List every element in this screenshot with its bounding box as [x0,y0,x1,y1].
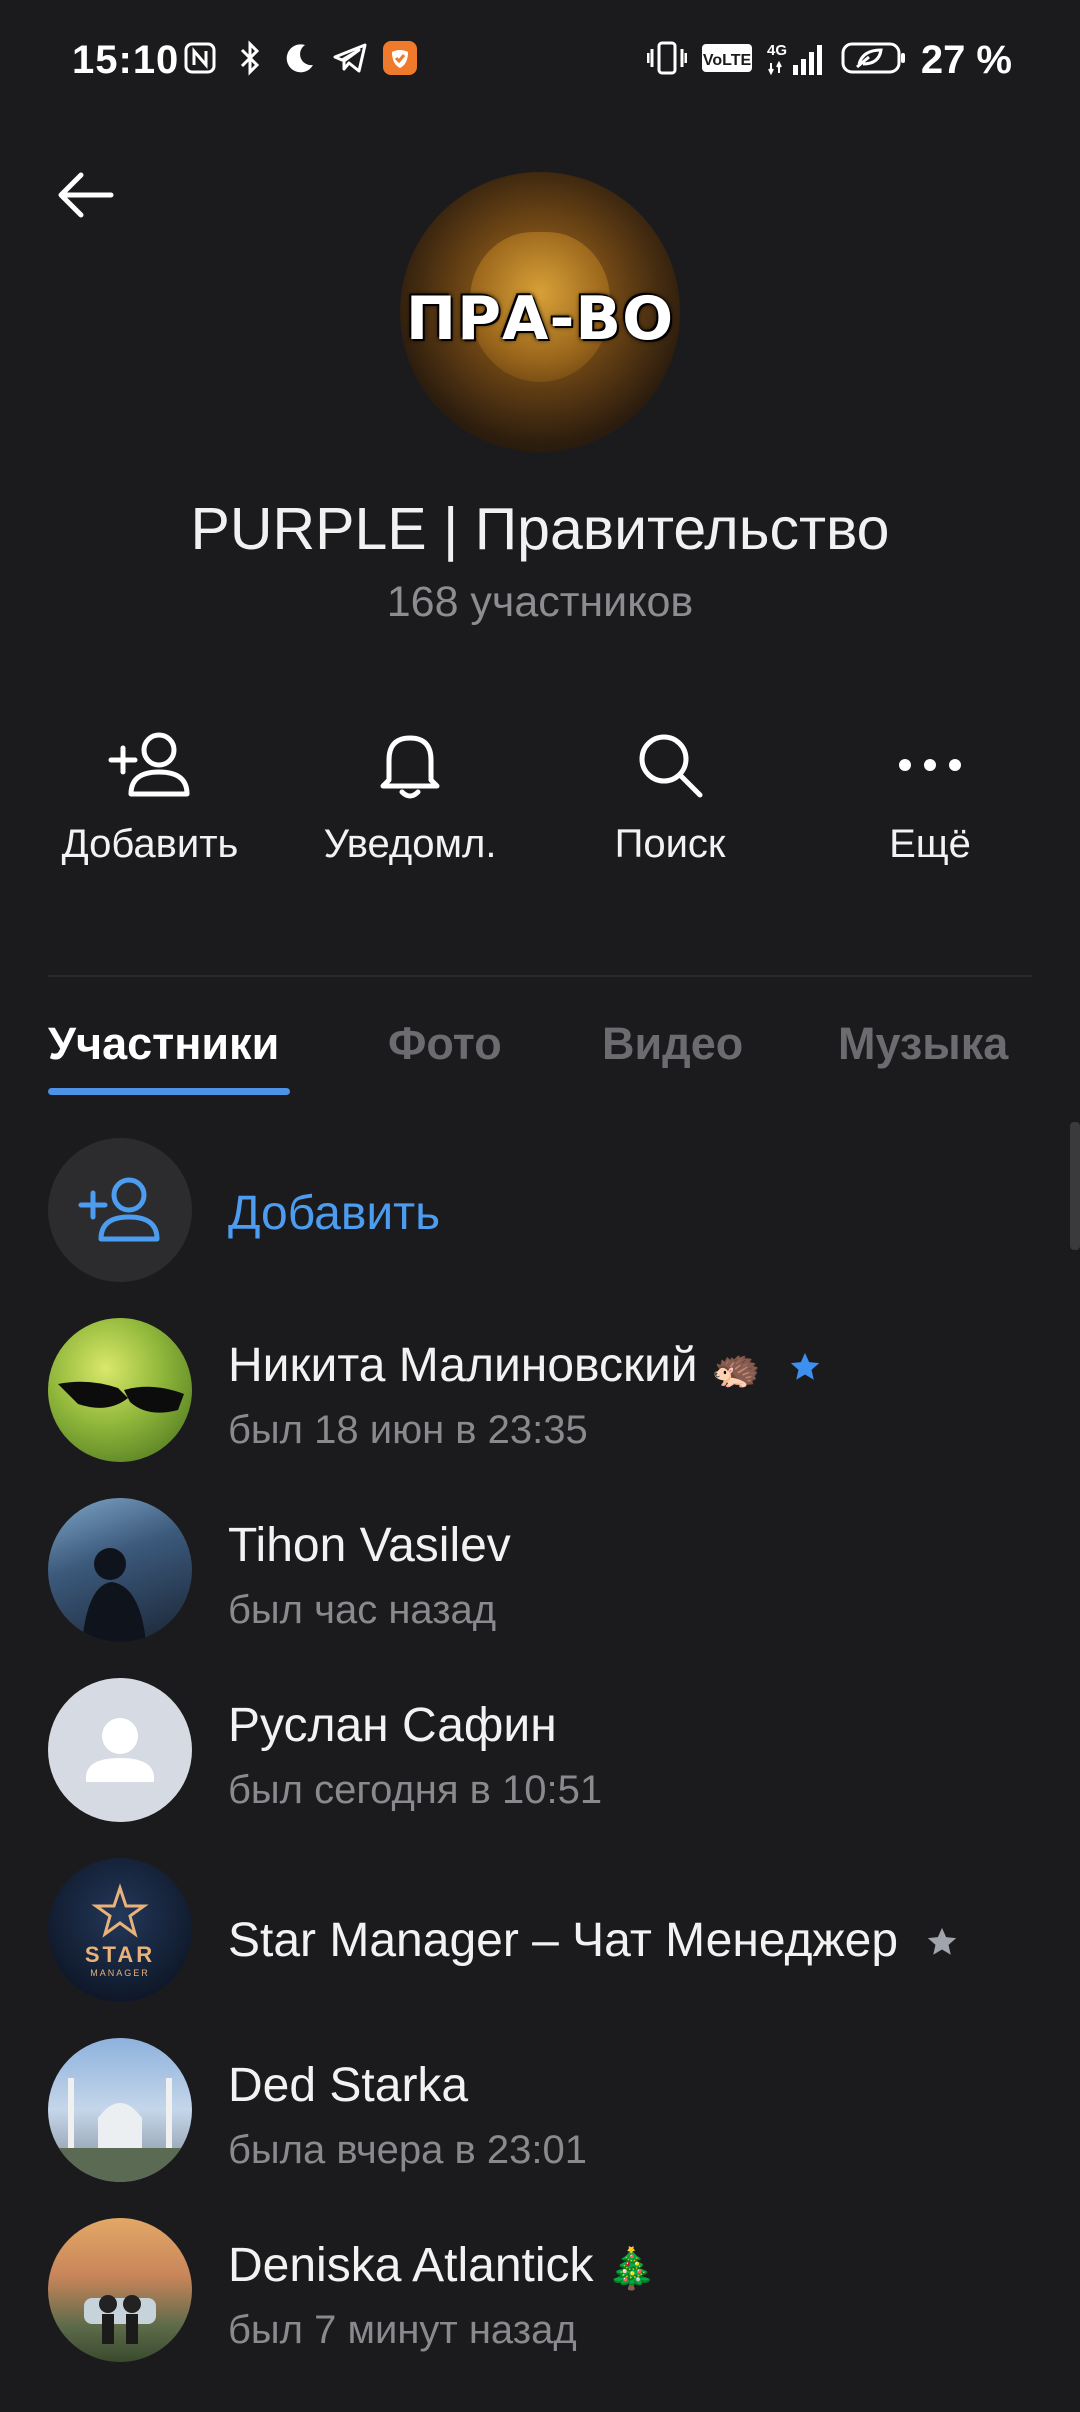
arrow-left-icon [58,172,114,218]
action-label: Добавить [61,822,239,866]
avatar-text-top: STAR [85,1942,155,1967]
list-item[interactable]: Tihon Vasilev был час назад [0,1498,1080,1678]
list-item[interactable]: Никита Малиновский 🦔 был 18 июн в 23:35 [0,1318,1080,1498]
add-member-label: Добавить [228,1187,441,1240]
active-tab-indicator [48,1088,290,1095]
avatar [48,2218,192,2362]
action-label: Ещё [889,822,971,866]
battery-icon [841,40,907,81]
signal-4g-icon: 4G [767,39,827,82]
group-title: PURPLE | Правительство [190,496,890,562]
status-bar: 15:10 VoLTE 4G 27 % [0,0,1080,130]
list-item[interactable]: Руслан Сафин был сегодня в 10:51 [0,1678,1080,1858]
member-name: Tihon Vasilev [228,1519,511,1572]
more-icon [885,720,975,810]
volte-icon: VoLTE [701,41,753,80]
group-avatar-text: ПРА-ВО [405,284,675,354]
add-member-action[interactable]: Добавить [20,720,280,890]
member-name-text: Никита Малиновский [228,1339,698,1392]
nfc-icon [182,40,218,76]
avatar: STAR MANAGER [48,1858,192,2002]
avatar [48,1678,192,1822]
status-time: 15:10 [72,38,180,82]
star-icon [925,1916,959,1971]
member-status: была вчера в 23:01 [228,2128,587,2172]
member-count: 168 участников [386,578,694,626]
search-action[interactable]: Поиск [540,720,800,890]
add-user-icon [78,1177,160,1242]
telegram-icon [332,40,368,76]
bell-icon [365,720,455,810]
add-user-icon [105,720,195,810]
app-shield-icon [382,40,418,76]
tab-members[interactable]: Участники [48,1018,279,1070]
member-status: был 7 минут назад [228,2308,577,2352]
member-name: Руслан Сафин [228,1699,557,1752]
back-button[interactable] [50,160,120,230]
status-left-icons [182,40,418,76]
avatar [48,1498,192,1642]
moon-icon [282,40,318,76]
default-person-icon [86,1718,154,1782]
group-avatar[interactable]: ПРА-ВО [400,172,680,452]
member-name: Ded Starka [228,2059,469,2112]
member-name-text: Deniska Atlantick [228,2239,594,2292]
add-member-avatar [48,1138,192,1282]
member-name-text: Star Manager – Чат Менеджер [228,1914,899,1967]
status-right-icons: VoLTE 4G 27 % [646,38,1012,83]
member-status: был 18 июн в 23:35 [228,1408,588,1452]
tab-photo[interactable]: Фото [388,1018,502,1070]
more-action[interactable]: Ещё [800,720,1060,890]
tab-music[interactable]: Музыка [838,1018,1008,1070]
add-member-row[interactable]: Добавить [0,1138,1080,1318]
bluetooth-icon [232,40,268,76]
star-icon [788,1341,822,1396]
divider [48,975,1032,977]
member-name: Deniska Atlantick 🎄 [228,2238,657,2293]
notifications-action[interactable]: Уведомл. [280,720,540,890]
vibrate-icon [646,39,688,82]
group-info-screen: 15:10 VoLTE 4G 27 % ПРА-ВО PURPLE | Прав… [0,0,1080,2412]
avatar [48,1318,192,1462]
tab-video[interactable]: Видео [602,1018,743,1070]
action-label: Поиск [614,822,726,866]
member-name: Star Manager – Чат Менеджер [228,1913,959,1971]
battery-percent: 27 % [920,38,1012,82]
action-label: Уведомл. [323,822,497,866]
avatar [48,2038,192,2182]
member-name: Никита Малиновский 🦔 [228,1338,822,1396]
svg-text:VoLTE: VoLTE [703,52,752,69]
hedgehog-emoji: 🦔 [710,1346,761,1391]
list-item[interactable]: STAR MANAGER Star Manager – Чат Менеджер [0,1858,1080,2038]
list-item[interactable]: Ded Starka была вчера в 23:01 [0,2038,1080,2218]
member-status: был час назад [228,1588,497,1632]
list-item[interactable]: Deniska Atlantick 🎄 был 7 минут назад [0,2218,1080,2398]
avatar-text-bottom: MANAGER [90,1968,150,1978]
search-icon [625,720,715,810]
svg-text:4G: 4G [767,42,787,59]
media-tabs: Участники Фото Видео Музыка [48,1018,1080,1098]
action-bar: Добавить Уведомл. Поиск Ещё [20,720,1060,890]
christmas-tree-emoji: 🎄 [606,2246,657,2291]
member-status: был сегодня в 10:51 [228,1768,603,1812]
